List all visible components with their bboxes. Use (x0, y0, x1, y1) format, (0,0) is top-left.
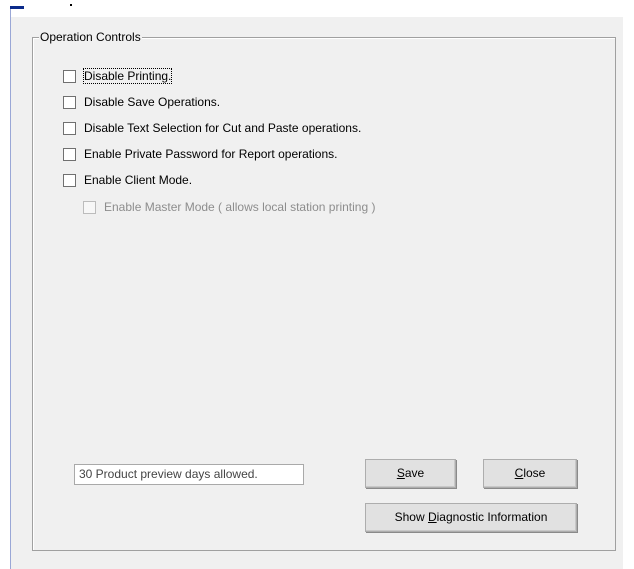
checkbox[interactable] (63, 121, 76, 135)
operation-controls-group: Operation Controls Disable Printing. Dis… (32, 29, 616, 551)
checkbox[interactable] (63, 69, 76, 83)
option-label: Enable Private Password for Report opera… (84, 147, 338, 161)
dialog-panel: Operation Controls Disable Printing. Dis… (11, 17, 623, 569)
option-label: Enable Master Mode ( allows local statio… (104, 200, 376, 214)
close-label: lose (523, 466, 546, 480)
option-label: Disable Text Selection for Cut and Paste… (84, 121, 362, 135)
title-dot (70, 4, 72, 6)
title-accent-bar (10, 6, 24, 9)
option-client-mode[interactable]: Enable Client Mode. (63, 171, 192, 189)
option-label: Disable Save Operations. (84, 95, 221, 109)
checkbox[interactable] (63, 147, 76, 161)
save-mnemonic: S (396, 466, 405, 480)
group-title: Operation Controls (39, 29, 142, 45)
save-button[interactable]: Save (365, 459, 456, 488)
checkbox-disabled (83, 200, 96, 214)
preview-days-field: 30 Product preview days allowed. (74, 464, 304, 485)
close-button[interactable]: Close (483, 459, 577, 488)
save-label: ave (404, 466, 425, 480)
option-label: Enable Client Mode. (84, 173, 193, 187)
diagnostic-label: iagnostic Information (436, 510, 548, 524)
diagnostic-mnemonic: D (427, 510, 437, 524)
option-master-mode: Enable Master Mode ( allows local statio… (83, 198, 375, 216)
checkbox[interactable] (63, 95, 76, 109)
show-diagnostic-button[interactable]: Show Diagnostic Information (365, 503, 577, 532)
option-label: Disable Printing. (82, 68, 173, 84)
option-disable-printing[interactable]: Disable Printing. (63, 67, 173, 85)
option-disable-text-selection[interactable]: Disable Text Selection for Cut and Paste… (63, 119, 361, 137)
option-private-password[interactable]: Enable Private Password for Report opera… (63, 145, 337, 163)
diagnostic-pre: Show (394, 510, 428, 524)
checkbox[interactable] (63, 173, 76, 187)
option-disable-save[interactable]: Disable Save Operations. (63, 93, 220, 111)
